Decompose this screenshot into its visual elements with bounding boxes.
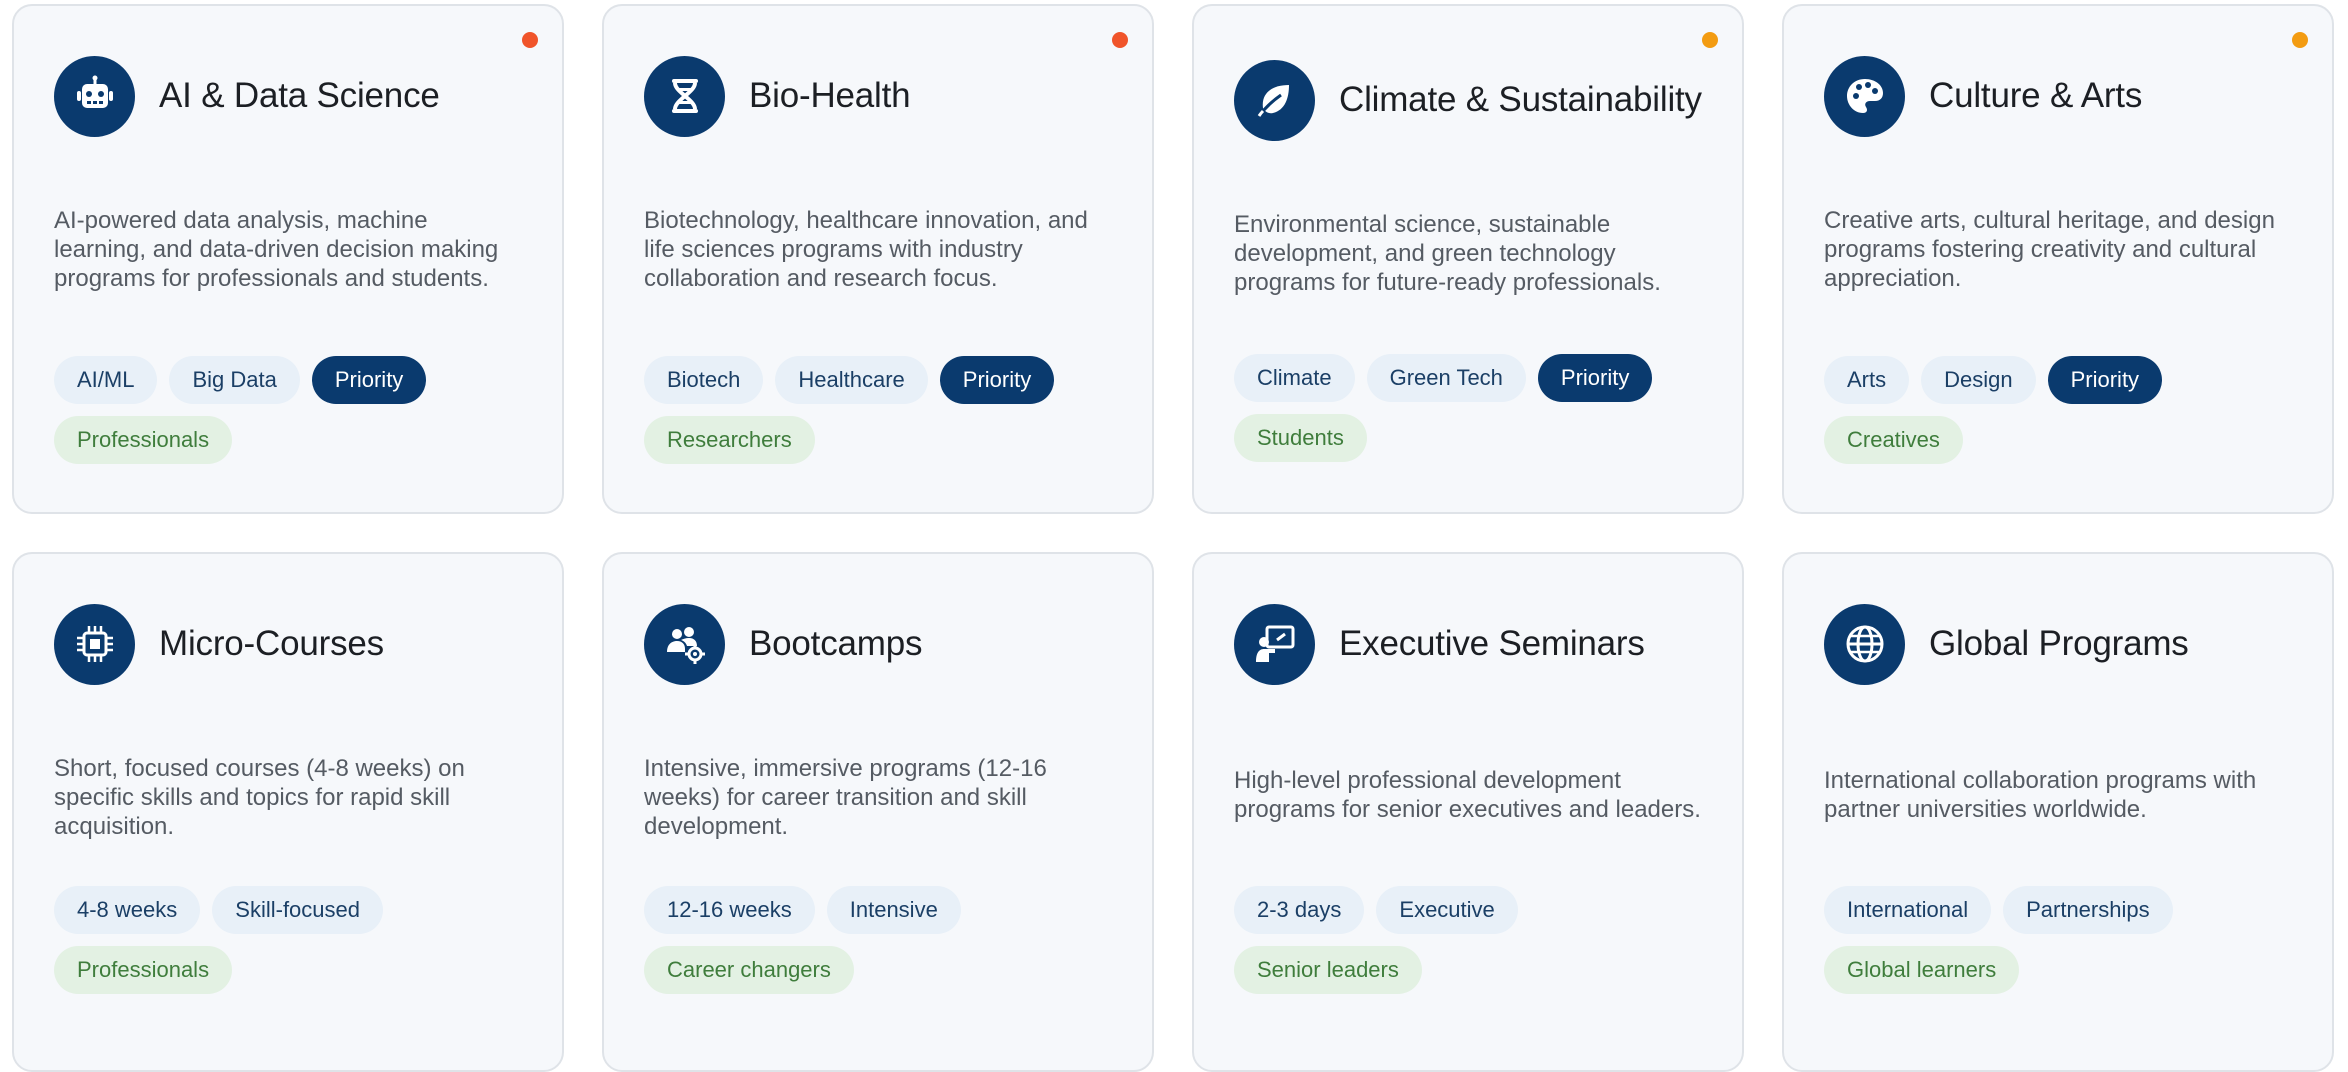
- tag-chip[interactable]: Executive: [1376, 886, 1518, 934]
- audience-chip[interactable]: Researchers: [644, 416, 815, 464]
- tag-chip[interactable]: Skill-focused: [212, 886, 383, 934]
- tag-chip[interactable]: Climate: [1234, 354, 1355, 402]
- card-title: Global Programs: [1929, 624, 2189, 663]
- audience-chip[interactable]: Professionals: [54, 946, 233, 994]
- tag-chip[interactable]: Green Tech: [1366, 354, 1526, 402]
- dna-icon: [644, 55, 725, 137]
- palette-icon: [1824, 55, 1905, 137]
- priority-badge[interactable]: Priority: [2047, 356, 2163, 404]
- globe-icon: [1824, 603, 1905, 685]
- card-description: High-level professional development prog…: [1234, 767, 1701, 823]
- robot-icon: [54, 55, 135, 137]
- tag-chip[interactable]: Healthcare: [775, 356, 928, 404]
- card-bootcamps[interactable]: Bootcamps Intensive, immersive programs …: [602, 552, 1154, 1072]
- card-description: Creative arts, cultural heritage, and de…: [1824, 207, 2275, 292]
- tag-list: Arts Design Priority Creatives: [1824, 356, 2244, 464]
- card-executive-seminars[interactable]: Executive Seminars High-level profession…: [1192, 552, 1744, 1072]
- audience-chip[interactable]: Professionals: [54, 416, 233, 464]
- tag-chip[interactable]: AI/ML: [54, 356, 158, 404]
- card-title: AI & Data Science: [159, 76, 440, 115]
- card-header: AI & Data Science: [54, 54, 522, 138]
- card-title: Climate & Sustainability: [1339, 80, 1702, 119]
- tag-chip[interactable]: Big Data: [169, 356, 300, 404]
- priority-badge[interactable]: Priority: [939, 356, 1055, 404]
- card-ai-data-science[interactable]: AI & Data Science AI-powered data analys…: [12, 4, 564, 514]
- leaf-icon: [1234, 59, 1315, 141]
- priority-badge[interactable]: Priority: [1537, 354, 1653, 402]
- card-bio-health[interactable]: Bio-Health Biotechnology, healthcare inn…: [602, 4, 1154, 514]
- tag-list: Climate Green Tech Priority Students: [1234, 354, 1654, 462]
- program-grid: AI & Data Science AI-powered data analys…: [12, 4, 2334, 1072]
- card-title: Executive Seminars: [1339, 624, 1645, 663]
- tag-chip[interactable]: International: [1824, 886, 1992, 934]
- tag-chip[interactable]: 4-8 weeks: [54, 886, 201, 934]
- card-header: Executive Seminars: [1234, 602, 1702, 686]
- card-description: Environmental science, sustainable devel…: [1234, 211, 1661, 296]
- status-dot: [522, 32, 538, 48]
- tag-list: 12-16 weeks Intensive Career changers: [644, 886, 1064, 994]
- priority-badge[interactable]: Priority: [311, 356, 427, 404]
- card-title: Culture & Arts: [1929, 76, 2143, 115]
- tag-list: International Partnerships Global learne…: [1824, 886, 2244, 994]
- tag-list: 4-8 weeks Skill-focused Professionals: [54, 886, 474, 994]
- presentation-icon: [1234, 603, 1315, 685]
- card-description: Biotechnology, healthcare innovation, an…: [644, 207, 1088, 292]
- card-description: International collaboration programs wit…: [1824, 767, 2257, 823]
- card-description: Intensive, immersive programs (12-16 wee…: [644, 755, 1047, 840]
- card-title: Bio-Health: [749, 76, 911, 115]
- card-header: Bootcamps: [644, 602, 1112, 686]
- card-header: Global Programs: [1824, 602, 2292, 686]
- tag-chip[interactable]: Biotech: [644, 356, 764, 404]
- audience-chip[interactable]: Creatives: [1824, 416, 1963, 464]
- card-global-programs[interactable]: Global Programs International collaborat…: [1782, 552, 2334, 1072]
- card-description: AI-powered data analysis, machine learni…: [54, 207, 499, 292]
- tag-chip[interactable]: Arts: [1824, 356, 1910, 404]
- tag-list: Biotech Healthcare Priority Researchers: [644, 356, 1064, 464]
- card-header: Bio-Health: [644, 54, 1112, 138]
- card-header: Culture & Arts: [1824, 54, 2292, 138]
- card-micro-courses[interactable]: Micro-Courses Short, focused courses (4-…: [12, 552, 564, 1072]
- chip-icon: [54, 603, 135, 685]
- tag-chip[interactable]: Design: [1921, 356, 2036, 404]
- tag-chip[interactable]: 2-3 days: [1234, 886, 1365, 934]
- card-header: Micro-Courses: [54, 602, 522, 686]
- audience-chip[interactable]: Career changers: [644, 946, 854, 994]
- status-dot: [1112, 32, 1128, 48]
- tag-chip[interactable]: Intensive: [826, 886, 961, 934]
- tag-chip[interactable]: 12-16 weeks: [644, 886, 815, 934]
- status-dot: [2292, 32, 2308, 48]
- users-gear-icon: [644, 603, 725, 685]
- tag-chip[interactable]: Partnerships: [2003, 886, 2173, 934]
- audience-chip[interactable]: Students: [1234, 414, 1367, 462]
- card-title: Bootcamps: [749, 624, 923, 663]
- card-header: Climate & Sustainability: [1234, 58, 1702, 142]
- tag-list: 2-3 days Executive Senior leaders: [1234, 886, 1654, 994]
- card-description: Short, focused courses (4-8 weeks) on sp…: [54, 755, 465, 840]
- card-culture-arts[interactable]: Culture & Arts Creative arts, cultural h…: [1782, 4, 2334, 514]
- audience-chip[interactable]: Global learners: [1824, 946, 2020, 994]
- audience-chip[interactable]: Senior leaders: [1234, 946, 1422, 994]
- card-title: Micro-Courses: [159, 624, 384, 663]
- status-dot: [1702, 32, 1718, 48]
- card-climate-sustainability[interactable]: Climate & Sustainability Environmental s…: [1192, 4, 1744, 514]
- tag-list: AI/ML Big Data Priority Professionals: [54, 356, 474, 464]
